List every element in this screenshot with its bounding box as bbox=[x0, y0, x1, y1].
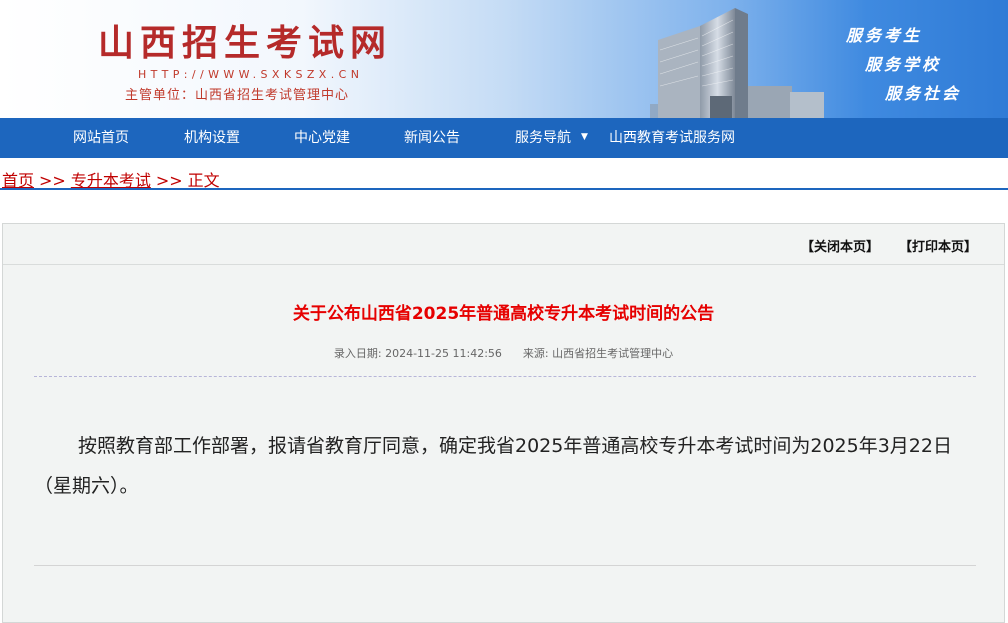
site-title: 山西招生考试网 bbox=[98, 22, 393, 64]
meta-divider bbox=[34, 376, 976, 377]
article-container: 【关闭本页】 【打印本页】 关于公布山西省2025年普通高校专升本考试时间的公告… bbox=[2, 223, 1005, 623]
source-label: 来源: bbox=[522, 347, 549, 360]
caret-down-icon: ▼ bbox=[581, 132, 588, 142]
article-toolbar: 【关闭本页】 【打印本页】 bbox=[3, 224, 1004, 265]
publish-date: 2024-11-25 11:42:56 bbox=[385, 347, 502, 360]
date-label: 录入日期: bbox=[333, 347, 382, 360]
site-owner: 主管单位：山西省招生考试管理中心 bbox=[125, 88, 350, 103]
main-nav: 网站首页 机构设置 中心党建 新闻公告 服务导航 ▼ 山西教育考试服务网 bbox=[0, 118, 1008, 158]
close-page-button[interactable]: 【关闭本页】 bbox=[801, 236, 879, 255]
article-meta: 录入日期: 2024-11-25 11:42:56 来源: 山西省招生考试管理中… bbox=[3, 345, 1004, 361]
article-body: 按照教育部工作部署，报请省教育厅同意，确定我省2025年普通高校专升本考试时间为… bbox=[34, 435, 952, 497]
slogan-serve-students: 服务考生 bbox=[846, 26, 923, 45]
building-image bbox=[650, 8, 824, 118]
site-url: HTTP://WWW.SXKSZX.CN bbox=[138, 68, 364, 81]
breadcrumb-divider bbox=[0, 188, 1008, 190]
slogan-serve-schools: 服务学校 bbox=[865, 55, 942, 74]
nav-item-party[interactable]: 中心党建 bbox=[294, 118, 350, 158]
article-title: 关于公布山西省2025年普通高校专升本考试时间的公告 bbox=[292, 304, 715, 324]
article-end-divider bbox=[34, 565, 976, 566]
nav-item-exam-service[interactable]: 山西教育考试服务网 bbox=[609, 118, 735, 158]
nav-item-service-nav-label: 服务导航 bbox=[515, 130, 571, 146]
site-banner: 山西招生考试网 HTTP://WWW.SXKSZX.CN 主管单位：山西省招生考… bbox=[0, 0, 1008, 118]
nav-item-news[interactable]: 新闻公告 bbox=[404, 118, 460, 158]
article-source: 山西省招生考试管理中心 bbox=[552, 347, 674, 360]
nav-item-organization[interactable]: 机构设置 bbox=[184, 118, 240, 158]
slogan-serve-society: 服务社会 bbox=[885, 84, 962, 103]
print-page-button[interactable]: 【打印本页】 bbox=[899, 236, 977, 255]
nav-item-home[interactable]: 网站首页 bbox=[73, 118, 129, 158]
nav-item-service-nav[interactable]: 服务导航 ▼ bbox=[515, 118, 588, 158]
